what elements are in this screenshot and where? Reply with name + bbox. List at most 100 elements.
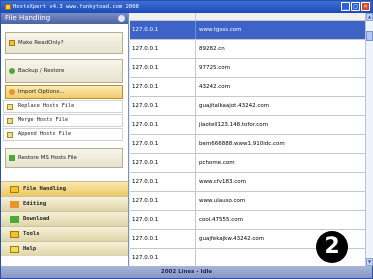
- column-divider: [195, 59, 196, 77]
- import-options-button[interactable]: Import Options...: [5, 85, 123, 99]
- ip-cell: 127.0.0.1: [132, 236, 159, 242]
- table-row[interactable]: 127.0.0.1 www.tgsss.com: [130, 21, 365, 40]
- column-divider: [195, 116, 196, 134]
- status-bar: 2002 Lines - Idle: [1, 266, 372, 278]
- column-divider: [195, 97, 196, 115]
- column-divider: [195, 135, 196, 153]
- hostname-cell: pchome.com: [199, 160, 235, 166]
- vertical-scrollbar[interactable]: ▲ ▼: [365, 13, 373, 266]
- column-divider: [195, 40, 196, 58]
- hostname-cell: 97725.com: [199, 65, 230, 71]
- table-row[interactable]: 127.0.0.1 pchome.com: [130, 154, 365, 173]
- close-button[interactable]: ×: [361, 2, 370, 11]
- collapse-icon[interactable]: [118, 15, 125, 22]
- ip-cell: 127.0.0.1: [132, 198, 159, 204]
- column-divider: [195, 154, 196, 172]
- maximize-button[interactable]: □: [351, 2, 360, 11]
- scroll-up-arrow-icon[interactable]: ▲: [366, 13, 373, 21]
- replace-icon: [7, 104, 13, 110]
- hostname-cell: bem666888.www1.910idc.com: [199, 141, 285, 147]
- help-icon: [10, 246, 19, 253]
- scroll-thumb[interactable]: [366, 31, 373, 41]
- append-hosts-label: Append Hosts File: [18, 131, 72, 137]
- hostname-cell: www.tgsss.com: [199, 27, 242, 33]
- ip-cell: 127.0.0.1: [132, 160, 159, 166]
- ip-cell: 127.0.0.1: [132, 103, 159, 109]
- download-icon: [10, 216, 19, 223]
- table-row[interactable]: 127.0.0.1 43242.com: [130, 78, 365, 97]
- restore-ms-hosts-label: Restore MS Hosts File: [18, 155, 77, 161]
- ip-cell: 127.0.0.1: [132, 27, 159, 33]
- hostname-cell: jiaotell123.148.tofor.com: [199, 122, 268, 128]
- tools-icon: [10, 231, 19, 238]
- hosts-table: 127.0.0.1 www.tgsss.com 127.0.0.1 89282.cn 1…: [130, 13, 365, 268]
- merge-hosts-label: Merge Hosts File: [18, 117, 68, 123]
- hostname-cell: cool.47555.com: [199, 217, 244, 223]
- category-download[interactable]: Download: [1, 211, 128, 226]
- category-label: Download: [23, 216, 50, 222]
- hostname-cell: 43242.com: [199, 84, 230, 90]
- table-header: [130, 13, 365, 21]
- table-row[interactable]: 127.0.0.1 guajitalkaajot.43242.com: [130, 97, 365, 116]
- backup-restore-label: Backup / Restore: [18, 68, 65, 74]
- table-row[interactable]: 127.0.0.1 www.cfv183.com: [130, 173, 365, 192]
- window-controls: _ □ ×: [341, 2, 370, 11]
- column-divider: [195, 230, 196, 248]
- import-icon: [9, 89, 15, 95]
- ip-cell: 127.0.0.1: [132, 84, 159, 90]
- column-divider: [195, 192, 196, 210]
- task-pane: File Handling Make ReadOnly? Backup / Re…: [1, 13, 129, 266]
- lock-icon: [9, 40, 15, 46]
- ip-cell: 127.0.0.1: [132, 46, 159, 52]
- status-text: 2002 Lines - Idle: [160, 269, 213, 275]
- category-list: File Handling Editing Download Tools Hel…: [1, 181, 128, 256]
- replace-hosts-button[interactable]: Replace Hosts File: [3, 100, 123, 113]
- ip-cell: 127.0.0.1: [132, 141, 159, 147]
- column-divider: [195, 78, 196, 96]
- restore-icon: [9, 155, 15, 161]
- table-row[interactable]: 127.0.0.1 89282.cn: [130, 40, 365, 59]
- category-label: Editing: [23, 201, 47, 207]
- column-divider: [195, 249, 196, 267]
- hostname-cell: www.ulauso.com: [199, 198, 246, 204]
- scroll-down-arrow-icon[interactable]: ▼: [366, 258, 373, 266]
- category-help[interactable]: Help: [1, 241, 128, 256]
- app-window: HostsXpert v4.3 www.funkytoad.com 2008 _…: [0, 0, 373, 279]
- merge-hosts-button[interactable]: Merge Hosts File: [3, 114, 123, 127]
- ip-cell: 127.0.0.1: [132, 122, 159, 128]
- category-label: Help: [23, 246, 37, 252]
- table-row[interactable]: 127.0.0.1 97725.com: [130, 59, 365, 78]
- category-label: File Handling: [23, 186, 67, 192]
- backup-restore-button[interactable]: Backup / Restore: [5, 59, 123, 83]
- step-number-badge: 2: [316, 231, 348, 263]
- append-hosts-button[interactable]: Append Hosts File: [3, 128, 123, 141]
- table-row[interactable]: 127.0.0.1 cool.47555.com: [130, 211, 365, 230]
- table-row[interactable]: 127.0.0.1 jiaotell123.148.tofor.com: [130, 116, 365, 135]
- category-file-handling[interactable]: File Handling: [1, 181, 128, 196]
- ip-cell: 127.0.0.1: [132, 65, 159, 71]
- window-title: HostsXpert v4.3 www.funkytoad.com 2008: [13, 4, 139, 10]
- title-bar: HostsXpert v4.3 www.funkytoad.com 2008 _…: [1, 1, 372, 13]
- hostname-cell: 89282.cn: [199, 46, 225, 52]
- app-icon: [5, 3, 11, 10]
- column-divider: [195, 173, 196, 191]
- make-readonly-label: Make ReadOnly?: [18, 40, 64, 46]
- category-editing[interactable]: Editing: [1, 196, 128, 211]
- table-row[interactable]: 127.0.0.1 bem666888.www1.910idc.com: [130, 135, 365, 154]
- ip-cell: 127.0.0.1: [132, 217, 159, 223]
- import-options-label: Import Options...: [18, 89, 65, 95]
- append-icon: [7, 132, 13, 138]
- restore-ms-hosts-button[interactable]: Restore MS Hosts File: [5, 148, 123, 168]
- task-pane-title: File Handling: [5, 14, 51, 22]
- column-divider: [195, 211, 196, 229]
- category-tools[interactable]: Tools: [1, 226, 128, 241]
- pencil-icon: [10, 201, 19, 208]
- column-divider: [195, 13, 196, 21]
- task-pane-header: File Handling: [1, 13, 128, 24]
- table-row[interactable]: 127.0.0.1 www.ulauso.com: [130, 192, 365, 211]
- make-readonly-button[interactable]: Make ReadOnly?: [5, 32, 123, 54]
- minimize-button[interactable]: _: [341, 2, 350, 11]
- column-divider: [195, 21, 196, 39]
- folder-icon: [10, 186, 19, 193]
- ip-cell: 127.0.0.1: [132, 179, 159, 185]
